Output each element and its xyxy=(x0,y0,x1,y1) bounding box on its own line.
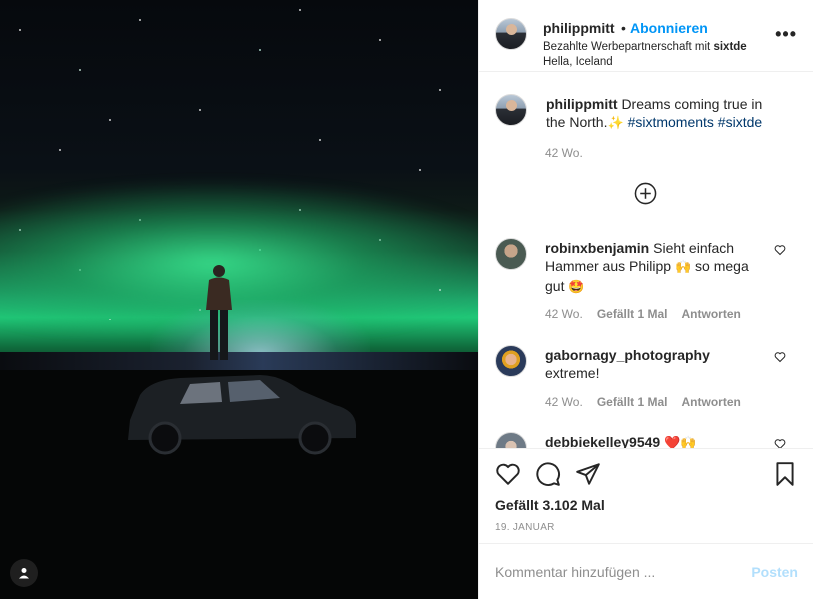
comment-like-icon[interactable] xyxy=(774,244,786,256)
location-link[interactable]: Hella, Iceland xyxy=(543,55,747,70)
post-photo[interactable] xyxy=(0,0,478,599)
comment-text: gabornagy_photography extreme! xyxy=(545,346,765,382)
post-side-panel: philippmitt • Abonnieren Bezahlte Werbep… xyxy=(478,0,813,599)
tagged-user-button[interactable] xyxy=(10,559,38,587)
post-actions: Gefällt 3.102 Mal 19. JANUAR xyxy=(479,448,813,544)
avatar[interactable] xyxy=(495,238,527,270)
save-bookmark-icon[interactable] xyxy=(772,461,798,487)
avatar[interactable] xyxy=(495,345,527,377)
post-subtitle: Bezahlte Werbepartnerschaft mit sixtde H… xyxy=(543,40,747,70)
raised-hands-icon: 🙌 xyxy=(674,260,692,275)
comment-timestamp: 42 Wo. xyxy=(545,395,583,409)
like-heart-icon[interactable] xyxy=(495,461,521,487)
avatar[interactable] xyxy=(495,94,527,126)
likes-count[interactable]: Gefällt 3.102 Mal xyxy=(495,497,605,513)
separator-dot: • xyxy=(621,20,626,36)
user-icon xyxy=(19,568,29,579)
avatar[interactable] xyxy=(495,432,527,448)
car-silhouette xyxy=(128,375,356,455)
post-date: 19. JANUAR xyxy=(495,522,555,533)
comment-meta: 42 Wo. Gefällt 1 Mal Antworten xyxy=(545,395,741,409)
reply-button[interactable]: Antworten xyxy=(682,307,741,321)
hashtags[interactable]: #sixtmoments #sixtde xyxy=(628,114,763,130)
follow-button[interactable]: Abonnieren xyxy=(630,20,708,36)
load-more-comments-icon[interactable] xyxy=(634,182,657,205)
star-struck-icon: 🤩 xyxy=(568,280,585,295)
reply-button[interactable]: Antworten xyxy=(682,395,741,409)
sponsor-link[interactable]: sixtde xyxy=(713,41,746,53)
post-header: philippmitt • Abonnieren Bezahlte Werbep… xyxy=(479,0,813,72)
caption-timestamp: 42 Wo. xyxy=(545,146,583,160)
sparkles-icon: ✨ xyxy=(607,116,624,131)
more-options-icon[interactable]: ••• xyxy=(775,25,797,43)
avatar[interactable] xyxy=(495,18,527,50)
comment-composer: Posten xyxy=(479,543,813,599)
comment-timestamp: 42 Wo. xyxy=(545,307,583,321)
comment-input[interactable] xyxy=(495,562,735,582)
comment-meta: 42 Wo. Gefällt 1 Mal Antworten xyxy=(545,307,741,321)
caption-username[interactable]: philippmitt xyxy=(546,96,618,112)
comment-like-icon[interactable] xyxy=(774,438,786,448)
share-paper-plane-icon[interactable] xyxy=(575,461,601,487)
comment-likes[interactable]: Gefällt 1 Mal xyxy=(597,395,668,409)
comment-likes[interactable]: Gefällt 1 Mal xyxy=(597,307,668,321)
comments-list[interactable]: philippmitt Dreams coming true in the No… xyxy=(479,72,813,448)
comment-text: robinxbenjamin Sieht einfach Hammer aus … xyxy=(545,239,765,297)
comment-like-icon[interactable] xyxy=(774,351,786,363)
caption: philippmitt Dreams coming true in the No… xyxy=(546,95,776,133)
comment-username[interactable]: gabornagy_photography xyxy=(545,347,710,363)
person-silhouette xyxy=(206,265,232,360)
comment-bubble-icon[interactable] xyxy=(535,461,561,487)
comment-text: debbiekelley9549 ❤️🙌 xyxy=(545,433,765,448)
heart-hands-icon: ❤️🙌 xyxy=(664,436,697,448)
author-username[interactable]: philippmitt xyxy=(543,20,615,36)
post-comment-button[interactable]: Posten xyxy=(751,564,798,580)
sponsor-prefix: Bezahlte Werbepartnerschaft mit xyxy=(543,41,711,53)
comment-username[interactable]: robinxbenjamin xyxy=(545,240,649,256)
comment-body: extreme! xyxy=(545,365,600,381)
comment-username[interactable]: debbiekelley9549 xyxy=(545,434,660,448)
